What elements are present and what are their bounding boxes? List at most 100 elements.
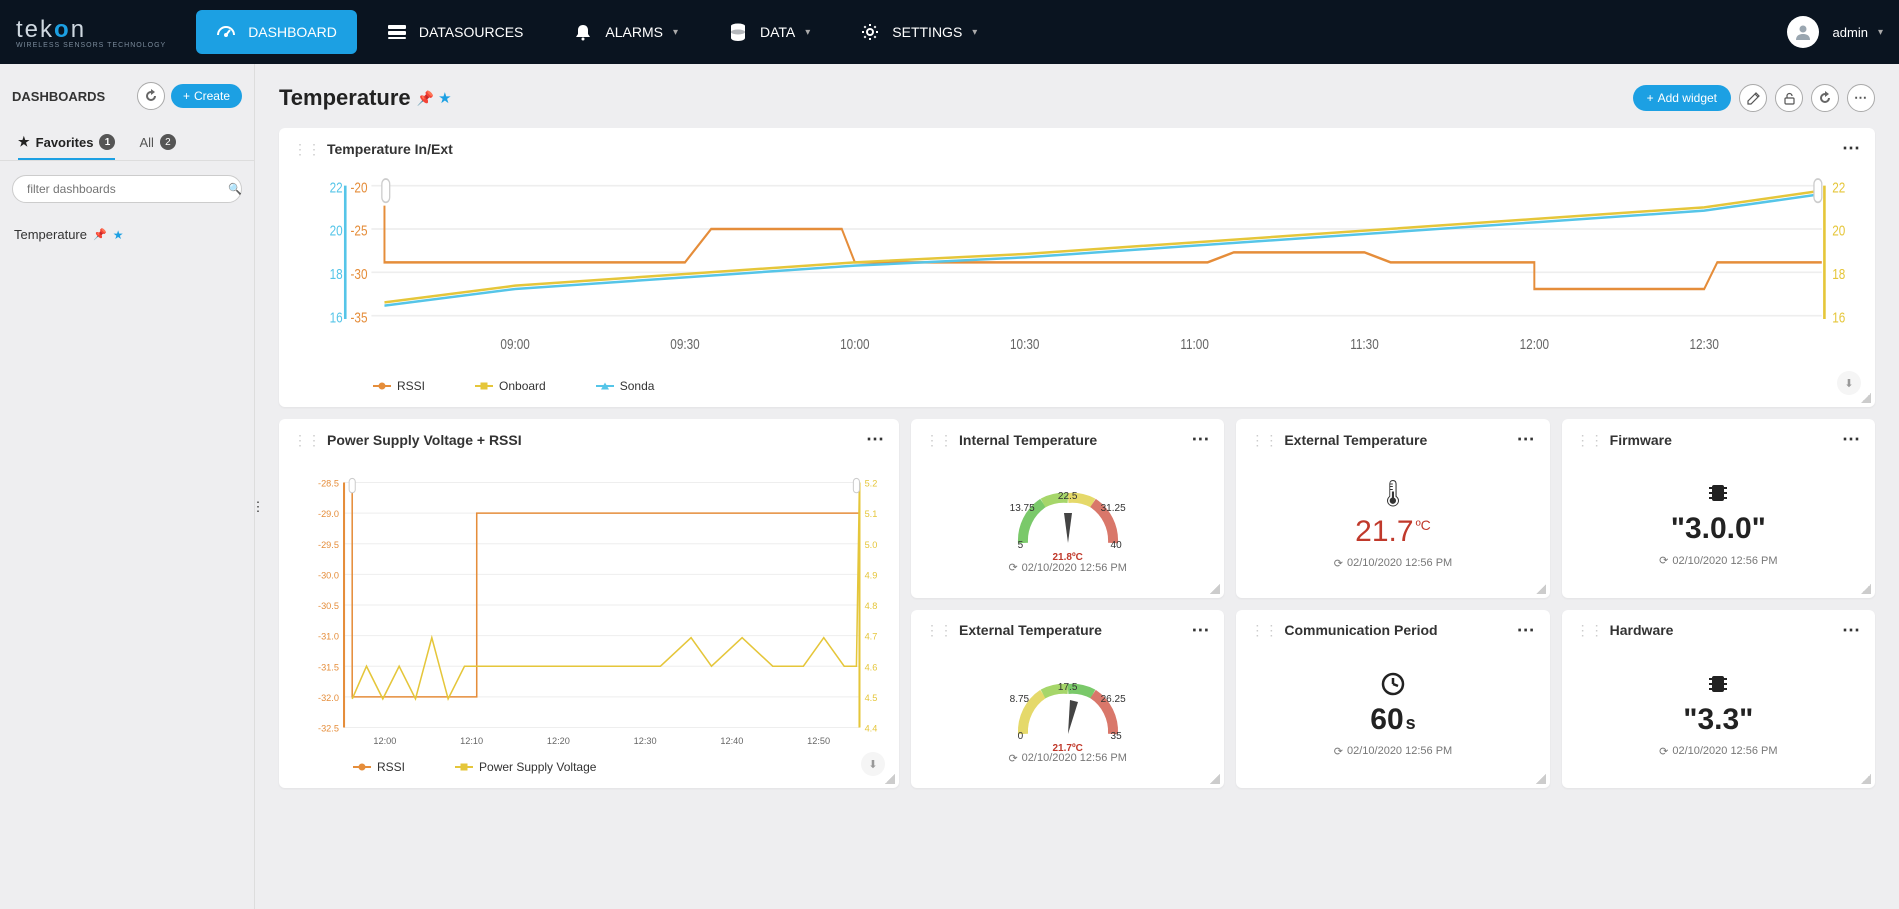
svg-text:-35: -35 bbox=[350, 309, 367, 326]
gear-icon bbox=[860, 23, 880, 41]
chevron-down-icon: ▾ bbox=[673, 27, 678, 38]
add-widget-label: Add widget bbox=[1658, 91, 1717, 105]
chevron-down-icon: ▾ bbox=[805, 27, 810, 38]
nav-dashboard[interactable]: DASHBOARD bbox=[196, 10, 357, 54]
sidebar-title: DASHBOARDS bbox=[12, 89, 105, 104]
drag-handle-icon[interactable]: ⋮⋮ bbox=[1576, 433, 1604, 447]
widget-menu-button[interactable]: ⋯ bbox=[1517, 620, 1536, 641]
widget-title: Communication Period bbox=[1284, 622, 1516, 638]
favorites-count-badge: 1 bbox=[99, 134, 115, 150]
plus-icon: + bbox=[1647, 91, 1654, 105]
pin-icon[interactable]: 📌 bbox=[417, 90, 434, 107]
widget-menu-button[interactable]: ⋯ bbox=[1191, 620, 1210, 641]
sidebar-collapse-handle[interactable]: ⋮ bbox=[254, 487, 262, 527]
resize-handle[interactable] bbox=[1536, 774, 1546, 784]
user-name: admin bbox=[1833, 25, 1868, 40]
widget-title: Firmware bbox=[1610, 432, 1842, 448]
sync-icon: ⟳ bbox=[1659, 554, 1668, 567]
sidebar-item-label: Temperature bbox=[14, 227, 87, 242]
lock-button[interactable] bbox=[1775, 84, 1803, 112]
resize-handle[interactable] bbox=[1536, 584, 1546, 594]
widget-menu-button[interactable]: ⋯ bbox=[1842, 429, 1861, 450]
widget-external-temp-gauge: ⋮⋮ External Temperature ⋯ bbox=[911, 610, 1224, 789]
tab-favorites[interactable]: ★ Favorites 1 bbox=[18, 126, 115, 160]
chart-legend: RSSI Onboard Sonda bbox=[293, 379, 1861, 393]
widget-menu-button[interactable]: ⋯ bbox=[1191, 429, 1210, 450]
gauge-external-temp: 17.5 8.75 26.25 0 35 21.7ºC bbox=[1008, 664, 1128, 744]
svg-text:-29.0: -29.0 bbox=[318, 509, 339, 519]
create-dashboard-button[interactable]: + Create bbox=[171, 84, 242, 108]
widget-hardware: ⋮⋮ Hardware ⋯ "3.3" ⟳02/10/2020 12:56 PM bbox=[1562, 610, 1875, 789]
more-button[interactable]: ⋯ bbox=[1847, 84, 1875, 112]
timestamp: ⟳02/10/2020 12:56 PM bbox=[1659, 554, 1777, 567]
svg-text:4.6: 4.6 bbox=[865, 662, 878, 672]
widget-title: External Temperature bbox=[1284, 432, 1516, 448]
edit-button[interactable] bbox=[1739, 84, 1767, 112]
sync-icon: ⟳ bbox=[1008, 752, 1017, 765]
widget-menu-button[interactable]: ⋯ bbox=[1842, 620, 1861, 641]
svg-text:-20: -20 bbox=[350, 179, 367, 196]
nav-datasources-label: DATASOURCES bbox=[419, 24, 524, 40]
all-count-badge: 2 bbox=[160, 134, 176, 150]
filter-dashboards-input[interactable] bbox=[12, 175, 242, 203]
brand-logo[interactable]: tekon WIRELESS SENSORS TECHNOLOGY bbox=[16, 16, 166, 49]
widget-menu-button[interactable]: ⋯ bbox=[866, 429, 885, 450]
resize-handle[interactable] bbox=[1210, 774, 1220, 784]
drag-handle-icon[interactable]: ⋮⋮ bbox=[1250, 433, 1278, 447]
refresh-button[interactable] bbox=[1811, 84, 1839, 112]
nav-alarms[interactable]: ALARMS ▾ bbox=[553, 10, 698, 54]
timestamp: ⟳02/10/2020 12:56 PM bbox=[1334, 557, 1452, 570]
svg-text:-29.5: -29.5 bbox=[318, 540, 339, 550]
svg-text:16: 16 bbox=[330, 309, 343, 326]
drag-handle-icon[interactable]: ⋮⋮ bbox=[925, 623, 953, 637]
svg-text:12:10: 12:10 bbox=[460, 736, 483, 746]
refresh-button[interactable] bbox=[137, 82, 165, 110]
drag-handle-icon[interactable]: ⋮⋮ bbox=[1250, 623, 1278, 637]
bell-icon bbox=[573, 23, 593, 41]
resize-handle[interactable] bbox=[1861, 393, 1871, 403]
widget-title: Hardware bbox=[1610, 622, 1842, 638]
resize-handle[interactable] bbox=[1861, 774, 1871, 784]
nav-dashboard-label: DASHBOARD bbox=[248, 24, 337, 40]
svg-text:-30.5: -30.5 bbox=[318, 601, 339, 611]
resize-handle[interactable] bbox=[1861, 584, 1871, 594]
svg-text:5.0: 5.0 bbox=[865, 540, 878, 550]
sidebar: DASHBOARDS + Create ★ Favorites 1 All 2 bbox=[0, 64, 255, 909]
widget-menu-button[interactable]: ⋯ bbox=[1517, 429, 1536, 450]
widget-comm-period: ⋮⋮ Communication Period ⋯ 60s ⟳02/10/202… bbox=[1236, 610, 1549, 789]
nav-data[interactable]: DATA ▾ bbox=[708, 10, 830, 54]
database-icon bbox=[728, 23, 748, 41]
user-menu[interactable]: admin ▾ bbox=[1787, 16, 1883, 48]
svg-text:-30.0: -30.0 bbox=[318, 570, 339, 580]
nav-datasources[interactable]: DATASOURCES bbox=[367, 10, 544, 54]
nav-settings[interactable]: SETTINGS ▾ bbox=[840, 10, 997, 54]
download-button[interactable]: ⬇ bbox=[1837, 371, 1861, 395]
svg-text:-31.0: -31.0 bbox=[318, 632, 339, 642]
psu-chart-svg: -28.5-29.0-29.5-30.0 -30.5-31.0-31.5-32.… bbox=[293, 460, 885, 750]
drag-handle-icon[interactable]: ⋮⋮ bbox=[293, 433, 321, 447]
svg-text:09:00: 09:00 bbox=[500, 336, 529, 353]
pin-icon: 📌 bbox=[93, 228, 107, 241]
svg-text:4.9: 4.9 bbox=[865, 570, 878, 580]
download-button[interactable]: ⬇ bbox=[861, 752, 885, 776]
content-area: Temperature 📌 ★ + Add widget ⋯ bbox=[255, 64, 1899, 909]
drag-handle-icon[interactable]: ⋮⋮ bbox=[293, 142, 321, 156]
timestamp: ⟳02/10/2020 12:56 PM bbox=[1334, 745, 1452, 758]
chart-legend: RSSI Power Supply Voltage bbox=[293, 760, 885, 774]
resize-handle[interactable] bbox=[1210, 584, 1220, 594]
svg-text:12:40: 12:40 bbox=[720, 736, 743, 746]
svg-text:22: 22 bbox=[1832, 179, 1845, 196]
widget-menu-button[interactable]: ⋯ bbox=[1842, 138, 1861, 159]
sidebar-item-temperature[interactable]: Temperature 📌 ★ bbox=[0, 217, 254, 252]
resize-handle[interactable] bbox=[885, 774, 895, 784]
add-widget-button[interactable]: + Add widget bbox=[1633, 85, 1731, 111]
brand-tagline: WIRELESS SENSORS TECHNOLOGY bbox=[16, 42, 166, 49]
star-icon[interactable]: ★ bbox=[438, 89, 451, 107]
dashboard-icon bbox=[216, 23, 236, 41]
drag-handle-icon[interactable]: ⋮⋮ bbox=[1576, 623, 1604, 637]
svg-text:5.2: 5.2 bbox=[865, 479, 878, 489]
drag-handle-icon[interactable]: ⋮⋮ bbox=[925, 433, 953, 447]
star-icon: ★ bbox=[18, 134, 30, 150]
svg-text:-25: -25 bbox=[350, 222, 367, 239]
tab-all[interactable]: All 2 bbox=[139, 126, 175, 160]
